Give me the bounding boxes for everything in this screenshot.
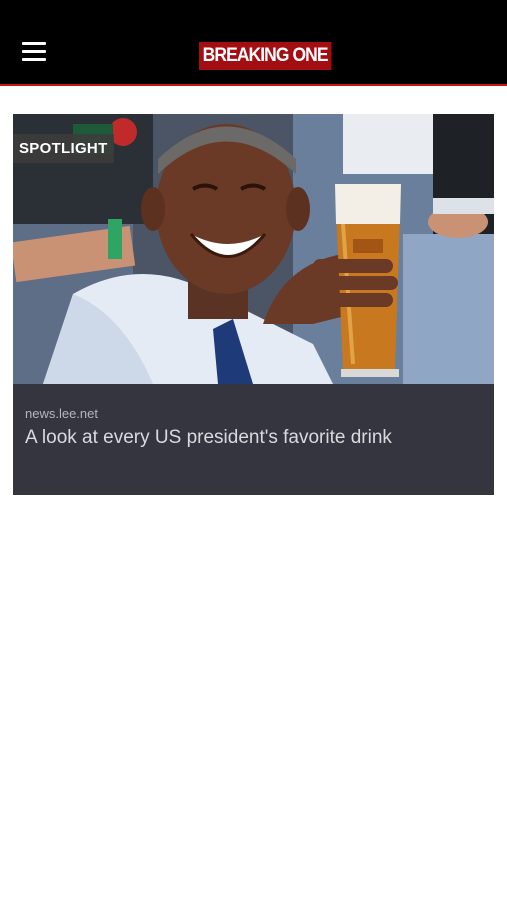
article-card[interactable]: SPOTLIGHT news.lee.net A look at every U… bbox=[13, 114, 494, 495]
hamburger-menu-button[interactable] bbox=[18, 38, 50, 66]
menu-icon-bar-middle bbox=[22, 50, 46, 53]
article-headline[interactable]: A look at every US president's favorite … bbox=[25, 426, 485, 450]
menu-icon-bar-top bbox=[22, 42, 46, 45]
app-header: BREAKING ONE bbox=[0, 0, 507, 86]
article-text: news.lee.net A look at every US presiden… bbox=[25, 406, 485, 450]
app-logo[interactable]: BREAKING ONE bbox=[199, 42, 332, 70]
spotlight-badge: SPOTLIGHT bbox=[13, 134, 114, 163]
article-source: news.lee.net bbox=[25, 406, 98, 421]
menu-icon-bar-bottom bbox=[22, 58, 46, 61]
article-image[interactable]: SPOTLIGHT bbox=[13, 114, 494, 384]
